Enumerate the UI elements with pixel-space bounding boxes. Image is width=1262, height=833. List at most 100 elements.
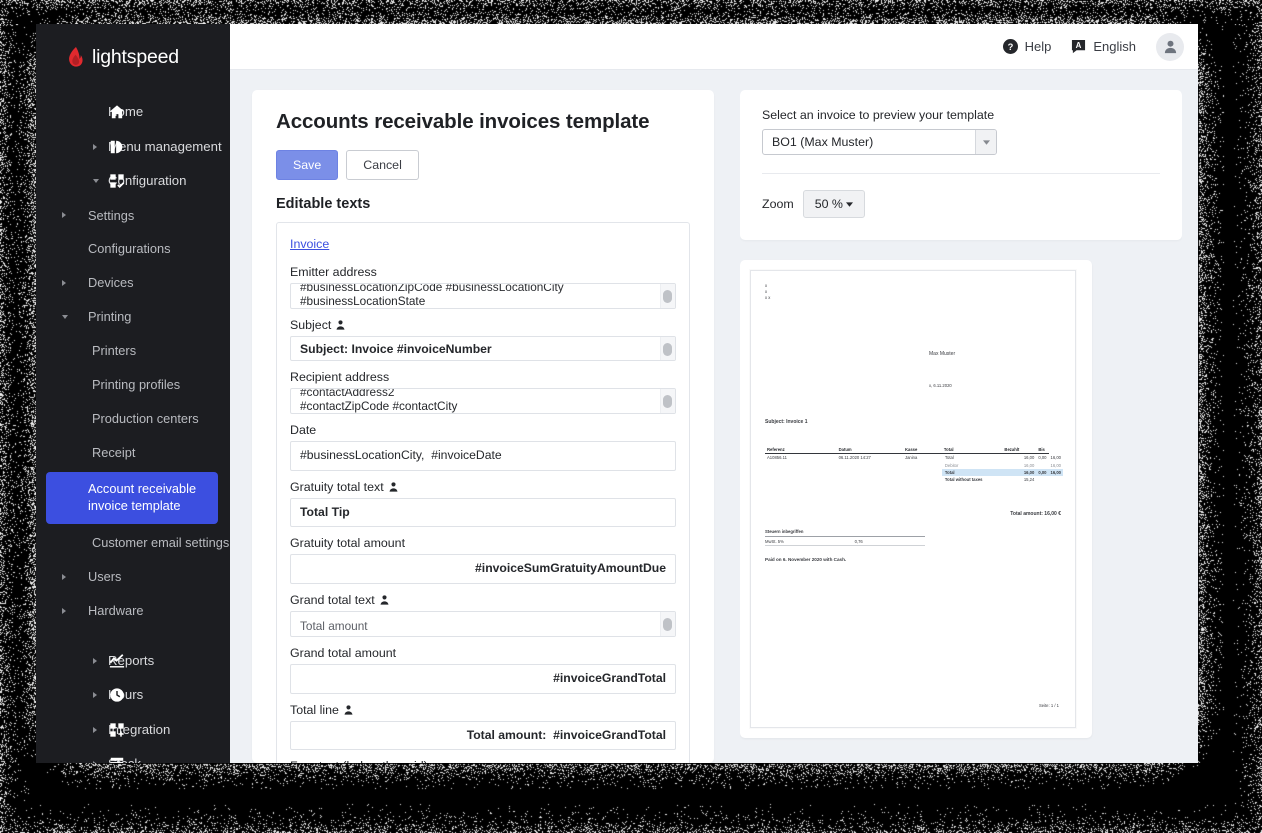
doc-total-cell-open: 16,00 <box>1049 469 1063 476</box>
field-input[interactable] <box>290 721 676 751</box>
field-input[interactable] <box>290 664 676 694</box>
doc-total-col-header: Bezahlt <box>1002 446 1036 454</box>
field-input[interactable] <box>290 554 676 584</box>
doc-cell-empty <box>903 461 942 468</box>
sidebar-item-settings[interactable]: Settings <box>36 199 230 233</box>
chevron-right-icon <box>93 727 97 733</box>
invoice-document[interactable]: x x x x Max Muster x, 6.11.2020 Subject:… <box>750 270 1076 728</box>
cancel-button[interactable]: Cancel <box>346 150 419 180</box>
field-input[interactable] <box>290 498 676 528</box>
doc-table-head-row: Referenz Datum Kasse Total Bezahlt Bis <box>765 446 1063 454</box>
chevron-right-icon <box>93 761 97 763</box>
doc-total-cell-total: 15,24 <box>1002 476 1036 483</box>
field-list: Emitter address #businessLocationZipCode … <box>290 265 676 763</box>
save-button[interactable]: Save <box>276 150 338 180</box>
content-area: Accounts receivable invoices template Sa… <box>230 70 1198 763</box>
tab-invoice[interactable]: Invoice <box>290 237 329 251</box>
doc-table-row: Debitor 16,00 16,00 <box>765 461 1063 468</box>
field-input[interactable] <box>290 441 676 471</box>
field-textarea-wrap: Total amount <box>290 611 676 637</box>
sidebar: lightspeed Home Menu management Configurat… <box>36 24 230 763</box>
field-label: Grand total amount <box>290 646 676 660</box>
input-scrollbar[interactable] <box>660 337 675 360</box>
textarea-scrollbar[interactable] <box>660 389 675 413</box>
preview-column: Select an invoice to preview your templa… <box>740 90 1182 763</box>
sidebar-item-production-centers[interactable]: Production centers <box>36 402 230 436</box>
textarea-line: #contactZipCode #contactCity <box>300 399 657 413</box>
sidebar-nav-list: Home Menu management Configuration Settings… <box>36 95 230 763</box>
integration-icon <box>108 721 126 739</box>
field-textarea-wrap: #contactAddress2 #contactZipCode #contact… <box>290 388 676 414</box>
sidebar-item-configurations[interactable]: Configurations <box>36 232 230 266</box>
doc-total-cell-paid: 0,00 <box>1036 469 1048 476</box>
doc-mark-3: x x <box>765 295 770 301</box>
doc-cell-empty <box>837 476 903 483</box>
sidebar-item-account-receivable-invoice-template[interactable]: Account receivable invoice template <box>46 472 218 523</box>
sidebar-item-printing-profiles[interactable]: Printing profiles <box>36 368 230 402</box>
invoice-select[interactable]: BO1 (Max Muster) <box>762 129 997 155</box>
sidebar-item-hardware[interactable]: Hardware <box>36 594 230 628</box>
sidebar-item-menu-management[interactable]: Menu management <box>36 130 230 165</box>
brand-logo[interactable]: lightspeed <box>36 24 230 95</box>
sidebar-item-printers[interactable]: Printers <box>36 334 230 368</box>
doc-total-cell-total: 16,00 <box>1002 454 1036 462</box>
field-textarea[interactable]: #businessLocationZipCode #businessLocati… <box>290 283 676 309</box>
sidebar-item-customer-email-settings[interactable]: Customer email settings <box>36 526 230 560</box>
textarea-scrollbar[interactable] <box>660 612 675 636</box>
textarea-line: Total amount <box>300 619 657 633</box>
sidebar-item-stock[interactable]: Stock <box>36 747 230 763</box>
help-label: Help <box>1025 39 1052 54</box>
field-gratuity-total-text: Gratuity total text <box>290 480 676 528</box>
doc-cell-empty <box>903 469 942 476</box>
clock-icon <box>108 686 126 704</box>
scrollbar-thumb[interactable] <box>663 395 672 408</box>
sidebar-item-label: Production centers <box>92 411 199 427</box>
scrollbar-thumb[interactable] <box>663 343 672 356</box>
sidebar-item-printing[interactable]: Printing <box>36 300 230 334</box>
sidebar-item-integration[interactable]: Integration <box>36 713 230 748</box>
sidebar-item-home[interactable]: Home <box>36 95 230 130</box>
field-label-text: Subject <box>290 318 331 332</box>
sidebar-item-hours[interactable]: Hours <box>36 678 230 713</box>
chevron-down-icon <box>62 315 68 319</box>
help-button[interactable]: ? Help <box>1003 39 1052 54</box>
field-textarea-wrap: #businessLocationZipCode #businessLocati… <box>290 283 676 309</box>
field-input-wrap: Subject: Invoice #invoiceNumber <box>290 336 676 361</box>
sidebar-item-receipt[interactable]: Receipt <box>36 436 230 470</box>
user-avatar-button[interactable] <box>1156 33 1184 61</box>
person-icon <box>344 705 353 715</box>
doc-recipient-name: Max Muster <box>929 351 955 357</box>
svg-text:A: A <box>1076 41 1082 50</box>
sidebar-item-label: Hardware <box>88 603 143 619</box>
sidebar-item-users[interactable]: Users <box>36 560 230 594</box>
screenshot-frame: lightspeed Home Menu management Configurat… <box>0 0 1262 833</box>
reports-icon <box>108 652 126 670</box>
scrollbar-thumb[interactable] <box>663 290 672 303</box>
chevron-right-icon <box>62 280 66 286</box>
field-label: Gratuity total amount <box>290 536 676 550</box>
field-gratuity-total-amount: Gratuity total amount <box>290 536 676 584</box>
scrollbar-thumb[interactable] <box>663 618 672 631</box>
doc-cell-empty <box>837 469 903 476</box>
language-label: English <box>1093 39 1136 54</box>
textarea-scrollbar[interactable] <box>660 284 675 308</box>
field-label: Emitter address <box>290 265 676 279</box>
sidebar-item-configuration[interactable]: Configuration <box>36 164 230 199</box>
menu-management-icon <box>108 138 126 156</box>
sidebar-item-reports[interactable]: Reports <box>36 644 230 679</box>
zoom-row: Zoom 50 % <box>762 190 1160 218</box>
sidebar-item-label: Printing <box>88 309 131 325</box>
field-emitter-address: Emitter address #businessLocationZipCode … <box>290 265 676 309</box>
field-textarea[interactable]: Total amount <box>290 611 676 637</box>
doc-total-cell-label: Total <box>942 454 1003 462</box>
field-textarea[interactable]: #contactAddress2 #contactZipCode #contact… <box>290 388 676 414</box>
person-icon <box>336 320 345 330</box>
field-free-text-below-the-grid: Free text (below the grid) <box>290 759 676 763</box>
field-label-text: Total line <box>290 703 339 717</box>
doc-total-col-header: Bis <box>1036 446 1048 454</box>
zoom-dropdown-button[interactable]: 50 % <box>803 190 865 218</box>
language-button[interactable]: A English <box>1071 39 1136 54</box>
field-input[interactable]: Subject: Invoice #invoiceNumber <box>290 336 676 361</box>
sidebar-item-devices[interactable]: Devices <box>36 266 230 300</box>
doc-cell-empty <box>837 461 903 468</box>
